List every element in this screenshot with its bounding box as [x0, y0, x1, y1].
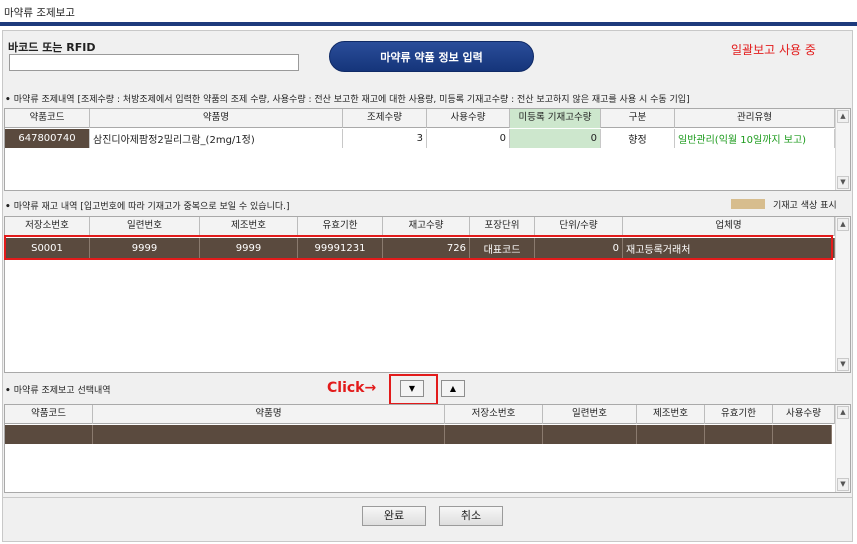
- selection-grid: 약품코드 약품명 저장소번호 일련번호 제조번호 유효기한 사용수량 ▲ ▼: [4, 404, 851, 493]
- col-stock-qty: 재고수량: [383, 217, 470, 236]
- col-storage-no: 저장소번호: [5, 217, 90, 236]
- dispense-scrollbar[interactable]: ▲ ▼: [835, 109, 850, 190]
- scroll-up-arrow-icon[interactable]: ▲: [837, 110, 849, 123]
- move-up-button[interactable]: ▲: [441, 380, 465, 397]
- cell-drug-name: [93, 425, 445, 444]
- stock-section-header: • 마약류 재고 내역 [입고번호에 따라 기재고가 중복으로 보일 수 있습니다…: [5, 199, 290, 212]
- window-title: 마약류 조제보고: [4, 7, 75, 19]
- selected-row-highlight: [4, 235, 833, 260]
- scroll-up-arrow-icon[interactable]: ▲: [837, 406, 849, 419]
- col-lot-no: 제조번호: [200, 217, 298, 236]
- scroll-down-arrow-icon[interactable]: ▼: [837, 176, 849, 189]
- stock-color-legend-label: 기재고 색상 표시: [773, 201, 837, 211]
- stock-section-title: 마약류 재고 내역 [입고번호에 따라 기재고가 중복으로 보일 수 있습니다.…: [13, 202, 290, 212]
- cancel-button[interactable]: 취소: [439, 506, 503, 526]
- cell-unreg-stock-qty[interactable]: 0: [510, 129, 601, 148]
- cell-drug-name: 삼진디아제팜정2밀리그람_(2mg/1정): [90, 129, 343, 148]
- col-lot-no: 제조번호: [637, 405, 705, 424]
- col-serial-no: 일련번호: [90, 217, 200, 236]
- selection-scrollbar[interactable]: ▲ ▼: [835, 405, 850, 492]
- drug-info-input-button[interactable]: 마약류 약품 정보 입력: [329, 41, 534, 72]
- col-drug-code: 약품코드: [5, 405, 93, 424]
- col-use-qty: 사용수량: [773, 405, 835, 424]
- cell-dispense-qty[interactable]: 3: [343, 129, 427, 148]
- cell-use-qty: [773, 425, 832, 444]
- dispense-section-title: 마약류 조제내역 [조제수량 : 처방조제에서 입력한 약품의 조제 수량, 사…: [13, 95, 690, 105]
- dispense-grid: 약품코드 약품명 조제수량 사용수량 미등록 기재고수량 구분 관리유형 647…: [4, 108, 851, 191]
- selection-section-title: 마약류 조제보고 선택내역: [13, 386, 111, 396]
- col-unreg-stock-qty: 미등록 기재고수량: [510, 109, 601, 128]
- dispense-section-header: • 마약류 조제내역 [조제수량 : 처방조제에서 입력한 약품의 조제 수량, …: [5, 92, 690, 105]
- section-bullet: •: [5, 386, 11, 396]
- selection-row-empty[interactable]: [5, 425, 832, 444]
- confirm-button[interactable]: 완료: [362, 506, 426, 526]
- section-bullet: •: [5, 202, 11, 212]
- col-dispense-qty: 조제수량: [343, 109, 427, 128]
- cell-drug-code: 647800740: [5, 129, 90, 148]
- cell-mgmt-type: 일반관리(익월 10일까지 보고): [675, 129, 835, 148]
- scroll-down-arrow-icon[interactable]: ▼: [837, 478, 849, 491]
- cell-lot-no: [637, 425, 705, 444]
- click-annotation: Click→: [327, 380, 377, 396]
- col-serial-no: 일련번호: [543, 405, 637, 424]
- col-unit-qty: 단위/수량: [535, 217, 623, 236]
- barcode-input[interactable]: [9, 54, 299, 71]
- col-category: 구분: [601, 109, 675, 128]
- cell-category: 향정: [601, 129, 675, 148]
- col-expiry: 유효기한: [298, 217, 383, 236]
- scroll-down-arrow-icon[interactable]: ▼: [837, 358, 849, 371]
- dispense-row[interactable]: 647800740 삼진디아제팜정2밀리그람_(2mg/1정) 3 0 0 향정…: [5, 129, 837, 148]
- col-mgmt-type: 관리유형: [675, 109, 835, 128]
- col-use-qty: 사용수량: [427, 109, 510, 128]
- bulk-report-status: 일괄보고 사용 중: [731, 43, 816, 57]
- col-drug-name: 약품명: [90, 109, 343, 128]
- stock-scrollbar[interactable]: ▲ ▼: [835, 217, 850, 372]
- cell-serial-no: [543, 425, 637, 444]
- scroll-up-arrow-icon[interactable]: ▲: [837, 218, 849, 231]
- window-title-bar: 마약류 조제보고: [0, 0, 857, 26]
- footer-divider: [2, 497, 853, 498]
- col-storage-no: 저장소번호: [445, 405, 543, 424]
- dispense-grid-header: 약품코드 약품명 조제수량 사용수량 미등록 기재고수량 구분 관리유형: [5, 109, 837, 128]
- col-vendor: 업체명: [623, 217, 835, 236]
- cell-expiry: [705, 425, 773, 444]
- selection-grid-header: 약품코드 약품명 저장소번호 일련번호 제조번호 유효기한 사용수량: [5, 405, 837, 424]
- barcode-label: 바코드 또는 RFID: [8, 41, 96, 54]
- move-down-highlight: [389, 374, 438, 405]
- stock-grid-header: 저장소번호 일련번호 제조번호 유효기한 재고수량 포장단위 단위/수량 업체명: [5, 217, 837, 236]
- col-drug-code: 약품코드: [5, 109, 90, 128]
- cell-drug-code: [5, 425, 93, 444]
- col-drug-name: 약품명: [93, 405, 445, 424]
- col-pack-unit: 포장단위: [470, 217, 535, 236]
- selection-section-header: • 마약류 조제보고 선택내역: [5, 383, 111, 396]
- section-bullet: •: [5, 95, 11, 105]
- cell-storage-no: [445, 425, 543, 444]
- stock-color-legend-swatch: [731, 199, 765, 209]
- col-expiry: 유효기한: [705, 405, 773, 424]
- cell-use-qty[interactable]: 0: [427, 129, 510, 148]
